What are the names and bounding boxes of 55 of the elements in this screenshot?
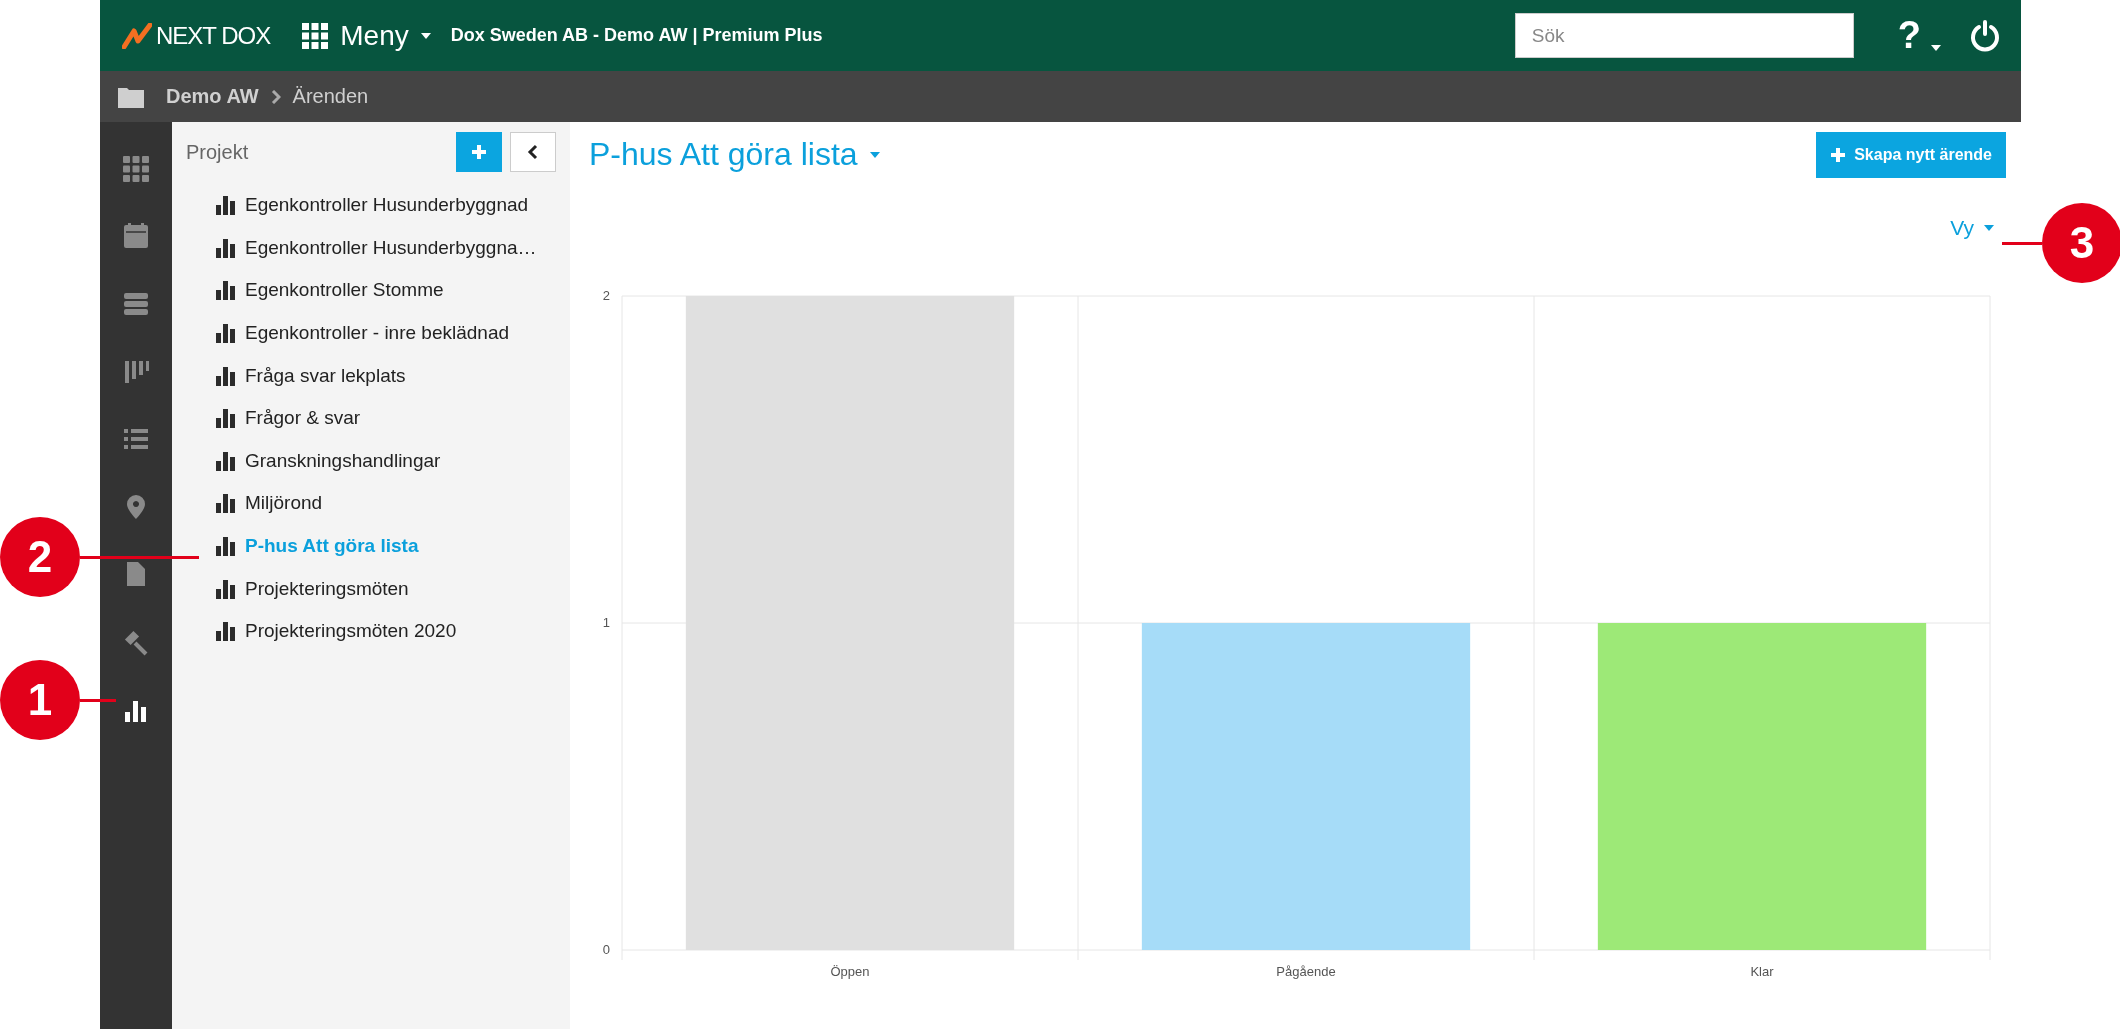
caret-icon	[1931, 45, 1941, 51]
bar-chart-icon	[216, 450, 236, 471]
add-project-button[interactable]	[456, 132, 502, 172]
search-field[interactable]: Sök	[1514, 13, 1854, 58]
leader-line	[80, 698, 116, 702]
callout-number: 1	[0, 660, 80, 740]
breadcrumb-link[interactable]: Ärenden	[292, 85, 369, 108]
project-item[interactable]: Egenkontroller - inre beklädnad	[216, 311, 556, 355]
bar-chart-icon	[216, 493, 236, 514]
axis-tick-label: 0	[602, 942, 610, 957]
chevron-icon	[270, 89, 281, 104]
plus-icon	[471, 144, 487, 160]
bar-chart-icon	[216, 237, 236, 258]
category-label: Pågående	[1276, 964, 1336, 979]
callout-number: 2	[0, 517, 80, 597]
project-item[interactable]: Fråga svar lekplats	[216, 354, 556, 397]
project-item[interactable]: Egenkontroller Husunderbyggnad	[216, 184, 556, 227]
power-icon	[1969, 19, 2001, 52]
logo-text: NEXT DOX	[156, 21, 271, 50]
chevron-left-icon	[527, 144, 539, 160]
breadcrumb-link[interactable]: Demo AW	[166, 85, 259, 108]
bar-chart-icon	[216, 621, 236, 642]
logo-icon	[122, 22, 152, 49]
caret-icon	[869, 151, 880, 158]
help-button[interactable]: ?	[1897, 14, 1941, 57]
project-item[interactable]: Frågor & svar	[216, 396, 556, 440]
bar-chart-icon	[216, 323, 236, 344]
project-item[interactable]: Miljörond	[216, 482, 556, 525]
collapse-button[interactable]	[510, 132, 556, 172]
caret-icon	[420, 32, 431, 39]
plus-icon	[1830, 147, 1847, 163]
bar-chart-icon	[216, 578, 236, 599]
axis-tick-label: 2	[602, 288, 610, 303]
folder-icon	[118, 85, 144, 108]
category-label: Öppen	[830, 964, 870, 979]
menu-button[interactable]: Meny	[302, 19, 431, 52]
category-label: Klar	[1750, 964, 1774, 979]
project-item[interactable]: Projekteringsmöten	[216, 567, 556, 610]
axis-tick-label: 1	[602, 615, 610, 630]
bar-chart-icon	[216, 408, 236, 429]
callout-number: 3	[2042, 203, 2120, 283]
panel-title: Projekt	[186, 140, 249, 164]
bar-chart-icon	[216, 195, 236, 216]
account-title: Dox Sweden AB - Demo AW | Premium Plus	[450, 25, 823, 46]
grid-icon	[302, 22, 329, 49]
caret-icon	[1984, 225, 1994, 231]
project-item[interactable]: Projekteringsmöten 2020	[216, 609, 556, 653]
logout-button[interactable]	[1969, 19, 2001, 52]
bar-chart-icon	[216, 365, 236, 386]
project-item[interactable]: Egenkontroller Stomme	[216, 269, 556, 312]
project-item[interactable]: Granskningshandlingar	[216, 439, 556, 483]
bar-chart-icon	[216, 280, 236, 301]
bar-chart-icon	[216, 536, 236, 557]
project-item[interactable]: Egenkontroller Husunderbyggna…	[216, 226, 556, 270]
leader-line	[2002, 241, 2042, 245]
